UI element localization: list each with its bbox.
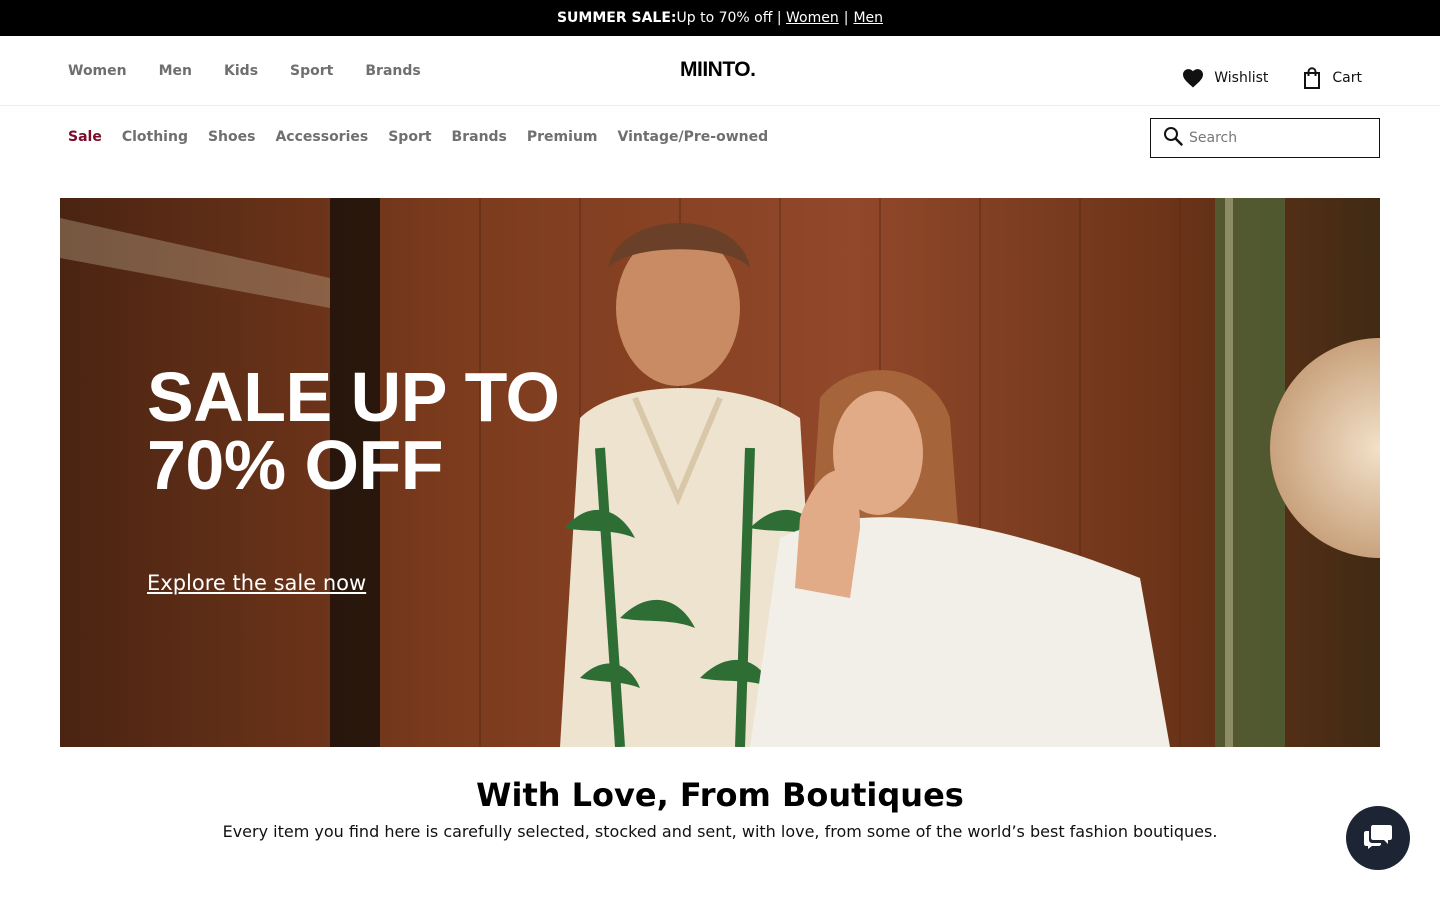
header-actions: Wishlist Cart (1182, 36, 1362, 120)
gender-nav: Women Men Kids Sport Brands (68, 36, 421, 106)
gender-nav-sport[interactable]: Sport (290, 63, 333, 79)
site-logo[interactable]: MIINTO. (680, 58, 756, 82)
category-nav-accessories[interactable]: Accessories (275, 129, 368, 145)
cart-button[interactable]: Cart (1302, 67, 1362, 89)
gender-nav-kids[interactable]: Kids (224, 63, 258, 79)
search-box[interactable] (1150, 118, 1380, 158)
heart-icon (1182, 68, 1204, 88)
category-nav-brands[interactable]: Brands (452, 129, 507, 145)
gender-nav-women[interactable]: Women (68, 63, 127, 79)
wishlist-label: Wishlist (1214, 70, 1269, 86)
category-nav-vintage[interactable]: Vintage/Pre-owned (618, 129, 769, 145)
promo-link-women[interactable]: Women (786, 10, 839, 26)
category-nav-sale[interactable]: Sale (68, 129, 102, 145)
promo-link-men[interactable]: Men (853, 10, 883, 26)
hero-title: SALE UP TO 70% OFF (147, 358, 560, 504)
section-subtitle: Every item you find here is carefully se… (222, 822, 1218, 841)
hero-title-line-1: SALE UP TO (147, 358, 560, 436)
category-nav-premium[interactable]: Premium (527, 129, 598, 145)
promo-text: Up to 70% off | (676, 10, 782, 26)
search-input[interactable] (1189, 130, 1369, 146)
category-nav-sport[interactable]: Sport (388, 129, 431, 145)
hero-title-line-2: 70% OFF (147, 426, 444, 504)
category-nav: Sale Clothing Shoes Accessories Sport Br… (68, 106, 768, 168)
promo-bar: SUMMER SALE: Up to 70% off | Women | Men (0, 0, 1440, 36)
category-nav-clothing[interactable]: Clothing (122, 129, 188, 145)
promo-label: SUMMER SALE: (556, 10, 677, 26)
category-nav-shoes[interactable]: Shoes (208, 129, 256, 145)
section-title: With Love, From Boutiques (476, 776, 964, 814)
chat-bubbles-icon (1363, 823, 1393, 853)
gender-nav-men[interactable]: Men (159, 63, 192, 79)
shopping-bag-icon (1302, 67, 1322, 89)
explore-sale-link[interactable]: Explore the sale now (147, 571, 366, 595)
cart-label: Cart (1332, 70, 1362, 86)
site-header: Women Men Kids Sport Brands MIINTO. Wish… (0, 36, 1440, 106)
chat-button[interactable] (1346, 806, 1410, 870)
promo-separator: | (843, 10, 849, 26)
hero-banner[interactable]: SALE UP TO 70% OFF Explore the sale now (60, 198, 1380, 747)
gender-nav-brands[interactable]: Brands (365, 63, 420, 79)
search-icon (1163, 126, 1183, 150)
wishlist-button[interactable]: Wishlist (1182, 68, 1268, 88)
